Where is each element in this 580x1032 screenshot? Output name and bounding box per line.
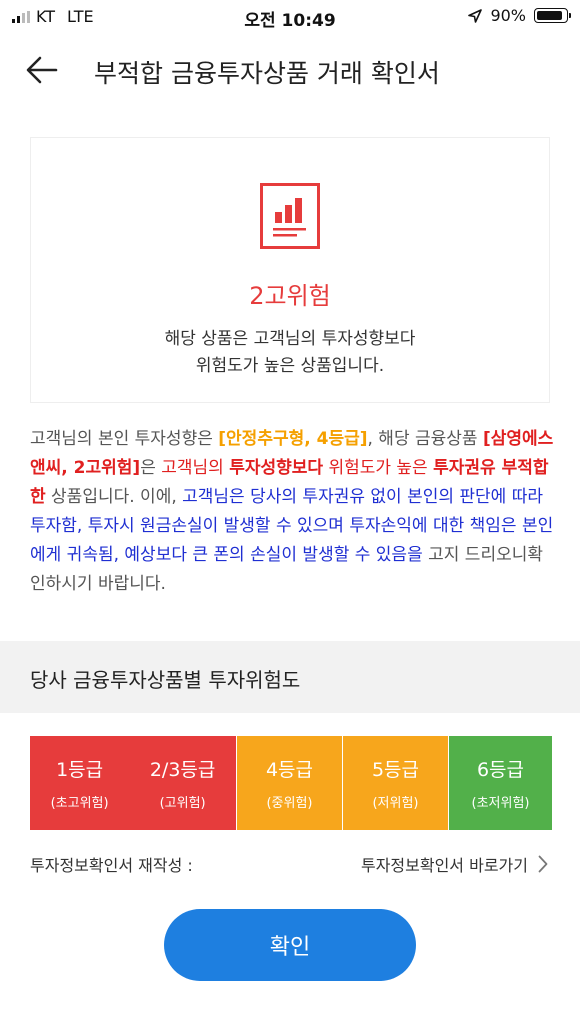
grade-group-high: 1등급 (초고위험) 2/3등급 (고위험)	[30, 736, 236, 830]
risk-level: 2고위험	[249, 282, 331, 310]
risk-chart-icon	[260, 183, 320, 249]
reconfirm-label: 투자정보확인서 재작성 :	[30, 856, 193, 875]
grade-1: 1등급 (초고위험)	[50, 759, 109, 811]
battery-percent: 90%	[490, 6, 526, 25]
header: 부적합 금융투자상품 거래 확인서	[0, 40, 580, 100]
confirm-button[interactable]: 확인	[164, 909, 416, 981]
grade-2-3: 2/3등급 (고위험)	[149, 759, 216, 811]
page-title: 부적합 금융투자상품 거래 확인서	[94, 59, 440, 88]
investor-profile: [안정추구형, 4등급]	[218, 429, 368, 449]
section-header: 당사 금융투자상품별 투자위험도	[0, 641, 580, 713]
grade-4: 4등급 (중위험)	[236, 736, 342, 830]
risk-grade-table: 1등급 (초고위험) 2/3등급 (고위험) 4등급 (중위험) 5등급 (저위…	[30, 736, 552, 830]
notice-text: 고객님의 본인 투자성향은 [안정추구형, 4등급], 해당 금융상품 [삼영에…	[30, 429, 554, 594]
chevron-right-icon	[538, 855, 548, 873]
grade-5: 5등급 (저위험)	[342, 736, 448, 830]
risk-description: 해당 상품은 고객님의 투자성향보다 위험도가 높은 상품입니다.	[164, 329, 416, 376]
shortcut-label: 투자정보확인서 바로가기	[360, 856, 528, 875]
back-arrow-icon[interactable]	[22, 52, 62, 88]
location-arrow-icon	[468, 8, 483, 23]
battery-icon	[534, 8, 571, 23]
section-title: 당사 금융투자상품별 투자위험도	[30, 668, 301, 692]
risk-card: 2고위험 해당 상품은 고객님의 투자성향보다 위험도가 높은 상품입니다.	[30, 137, 550, 403]
grade-6: 6등급 (초저위험)	[448, 736, 552, 830]
status-bar: KT LTE 오전 10:49 90%	[0, 0, 580, 34]
investment-info-shortcut-link[interactable]: 투자정보확인서 바로가기	[361, 852, 548, 876]
